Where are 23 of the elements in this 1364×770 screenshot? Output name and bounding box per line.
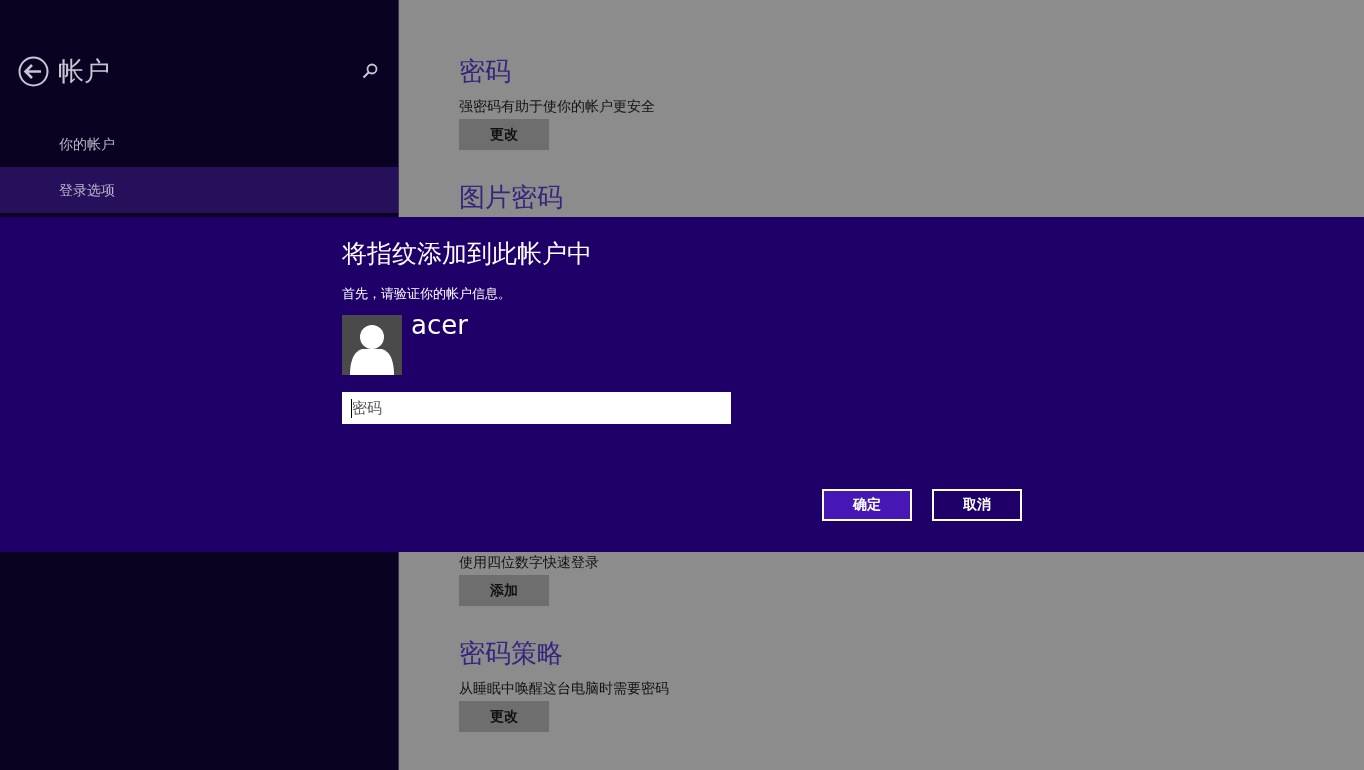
sidebar-item[interactable]: 登录选项 — [0, 167, 398, 213]
search-icon — [362, 63, 378, 79]
section-description: 强密码有助于使你的帐户更安全 — [459, 97, 656, 116]
section-heading: 图片密码 — [459, 181, 564, 214]
section-heading: 密码策略 — [459, 637, 564, 670]
back-button[interactable] — [18, 55, 49, 87]
section-description: 使用四位数字快速登录 — [459, 553, 600, 572]
user-name: acer — [411, 311, 468, 342]
confirm-button[interactable]: 确定 — [822, 489, 912, 521]
search-button[interactable] — [362, 63, 380, 79]
cancel-button[interactable]: 取消 — [932, 489, 1022, 521]
action-button[interactable]: 添加 — [459, 575, 549, 606]
password-field[interactable]: 密码 — [342, 392, 731, 424]
back-icon — [18, 55, 49, 87]
section-description: 从睡眠中唤醒这台电脑时需要密码 — [459, 679, 670, 698]
avatar-icon — [342, 315, 402, 375]
section-heading: 密码 — [459, 55, 512, 88]
dialog-subtitle: 首先，请验证你的帐户信息。 — [342, 285, 512, 303]
sidebar-item[interactable]: 你的帐户 — [0, 121, 398, 167]
action-button[interactable]: 更改 — [459, 701, 549, 732]
page-title: 帐户 — [58, 55, 111, 88]
dialog-title: 将指纹添加到此帐户中 — [342, 238, 593, 270]
action-button[interactable]: 更改 — [459, 119, 549, 150]
